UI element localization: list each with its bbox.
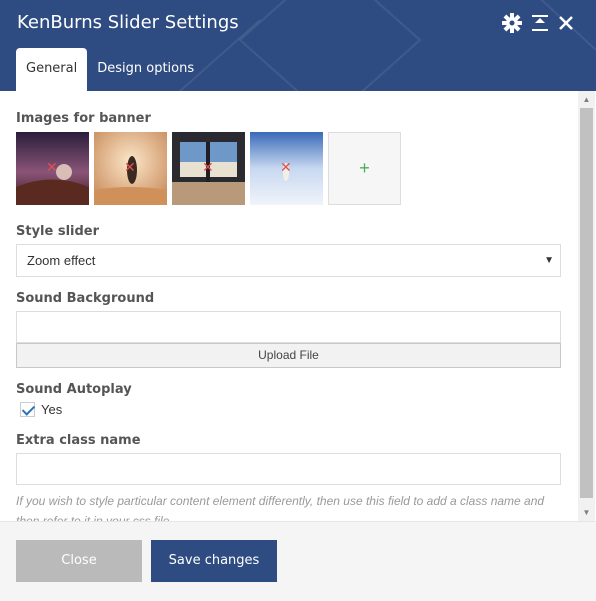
modal-title: KenBurns Slider Settings — [17, 12, 239, 33]
autoplay-checkbox[interactable] — [20, 402, 35, 417]
tab-design-options[interactable]: Design options — [87, 48, 204, 91]
sound-background-label: Sound Background — [16, 291, 155, 306]
close-button[interactable]: Close — [16, 540, 142, 582]
remove-x-icon[interactable]: ✕ — [280, 159, 292, 176]
settings-content: Images for banner ✕ ✕ ✕ ✕ + Style slider… — [0, 91, 576, 521]
extra-class-label: Extra class name — [16, 433, 141, 448]
style-slider-select[interactable]: Zoom effect ▼ — [16, 244, 561, 277]
minimize-icon[interactable] — [527, 10, 553, 36]
modal-header: KenBurns Slider Settings General Design … — [0, 0, 596, 91]
tab-bar: General Design options — [16, 48, 204, 91]
autoplay-checkbox-label: Yes — [41, 402, 63, 417]
sound-background-input[interactable] — [16, 311, 561, 343]
sound-autoplay-label: Sound Autoplay — [16, 382, 132, 397]
tab-general[interactable]: General — [16, 48, 88, 91]
image-thumbnail[interactable]: ✕ — [16, 132, 89, 205]
gear-icon[interactable] — [499, 10, 525, 36]
extra-class-help-text: If you wish to style particular content … — [16, 494, 545, 521]
content-scrollbar[interactable]: ▲ ▼ — [578, 91, 595, 521]
scroll-up-icon[interactable]: ▲ — [578, 91, 595, 108]
save-changes-button[interactable]: Save changes — [151, 540, 277, 582]
image-thumbnail[interactable]: ✕ — [172, 132, 245, 205]
remove-x-icon[interactable]: ✕ — [202, 159, 214, 176]
scroll-down-icon[interactable]: ▼ — [578, 504, 595, 521]
images-label: Images for banner — [16, 111, 151, 126]
scrollbar-thumb[interactable] — [580, 108, 593, 498]
image-thumbnail[interactable]: ✕ — [250, 132, 323, 205]
remove-x-icon[interactable]: ✕ — [124, 159, 136, 176]
extra-class-input[interactable] — [16, 453, 561, 485]
modal-footer: Close Save changes — [0, 521, 596, 601]
sound-autoplay-option: Yes — [20, 402, 62, 417]
image-thumbnail[interactable]: ✕ — [94, 132, 167, 205]
style-slider-value: Zoom effect — [27, 253, 96, 268]
close-icon[interactable] — [553, 10, 579, 36]
caret-down-icon: ▼ — [544, 255, 554, 266]
style-slider-label: Style slider — [16, 224, 100, 239]
plus-icon: + — [359, 158, 370, 178]
image-thumbnails: ✕ ✕ ✕ ✕ + — [16, 132, 401, 205]
upload-file-button[interactable]: Upload File — [16, 343, 561, 368]
remove-x-icon[interactable]: ✕ — [46, 159, 58, 176]
add-image-button[interactable]: + — [328, 132, 401, 205]
